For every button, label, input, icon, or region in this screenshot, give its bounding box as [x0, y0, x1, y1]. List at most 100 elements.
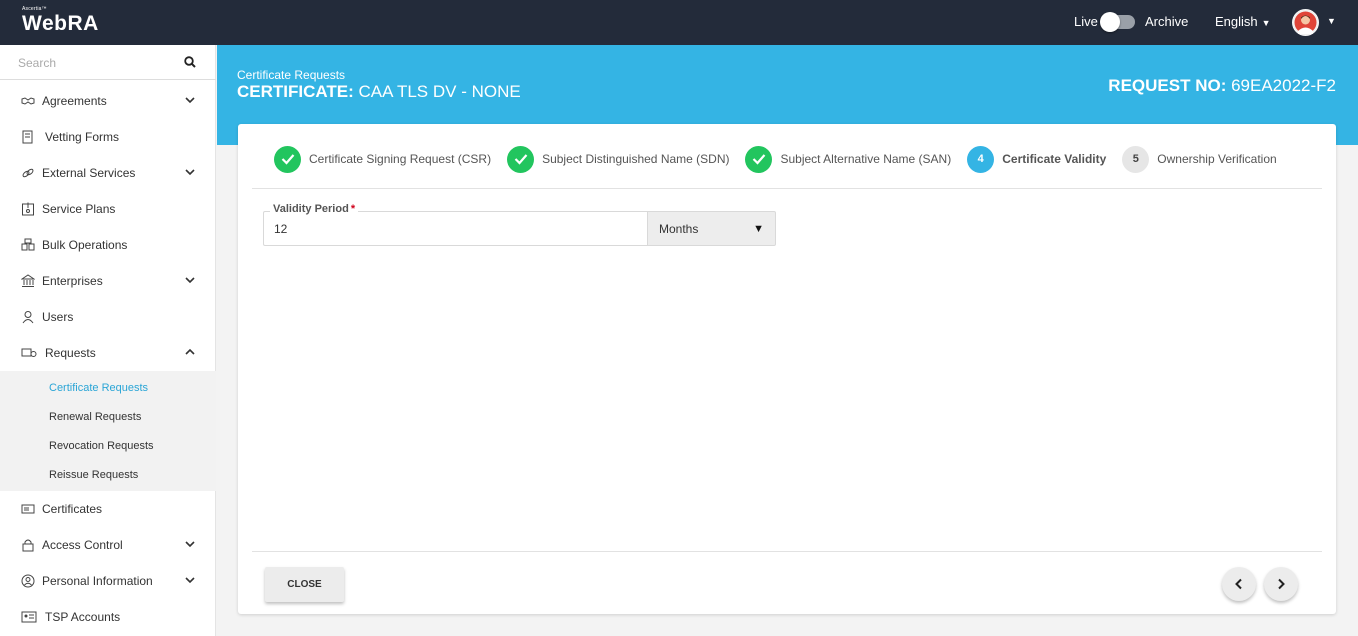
sidebar: Agreements Vetting Forms External Servic…	[0, 45, 216, 636]
caret-down-icon: ▼	[1261, 18, 1271, 28]
search-input[interactable]	[18, 53, 178, 73]
chevron-down-icon[interactable]	[185, 276, 195, 284]
live-label: Live	[1074, 14, 1098, 29]
toggle-knob	[1100, 12, 1120, 32]
next-button[interactable]	[1264, 567, 1298, 601]
person-circle-icon	[21, 574, 35, 588]
divider	[252, 551, 1322, 552]
caret-down-icon: ▼	[753, 223, 764, 235]
handshake-icon	[21, 97, 35, 105]
bulk-icon	[21, 238, 35, 251]
user-icon	[22, 311, 34, 324]
chevron-down-icon[interactable]	[185, 576, 195, 584]
top-bar: Ascertia™ WebRA Live Archive English ▼ ▼	[0, 0, 1358, 45]
check-icon	[745, 145, 773, 173]
step-san[interactable]: Subject Alternative Name (SAN)	[745, 145, 951, 173]
divider	[252, 188, 1322, 189]
bank-icon	[21, 274, 35, 287]
sidebar-subitem-revocation-requests[interactable]: Revocation Requests	[0, 431, 216, 460]
validity-period-label: Validity Period *	[270, 203, 359, 215]
sidebar-item-label: Vetting Forms	[45, 130, 120, 144]
webra-logo[interactable]: Ascertia™ WebRA	[22, 6, 99, 36]
chevron-right-icon	[1278, 578, 1285, 590]
step-sdn[interactable]: Subject Distinguished Name (SDN)	[507, 145, 730, 173]
sidebar-item-label: Personal Information	[42, 574, 153, 588]
sidebar-item-users[interactable]: Users	[0, 299, 216, 335]
sidebar-item-vetting-forms[interactable]: Vetting Forms	[0, 119, 216, 155]
requests-submenu: Certificate Requests Renewal Requests Re…	[0, 371, 216, 491]
required-mark: *	[350, 203, 356, 215]
sidebar-item-label: TSP Accounts	[45, 610, 121, 624]
chevron-up-icon[interactable]	[185, 348, 195, 356]
avatar-caret-icon[interactable]: ▼	[1327, 16, 1336, 26]
validity-period-input[interactable]	[263, 211, 648, 246]
chevron-left-icon	[1235, 578, 1242, 590]
sidebar-item-label: Users	[42, 310, 74, 324]
sidebar-item-bulk-operations[interactable]: Bulk Operations	[0, 227, 216, 263]
step-number: 5	[1122, 145, 1150, 173]
link-icon	[22, 168, 34, 178]
sidebar-item-label: Access Control	[42, 538, 123, 552]
id-card-icon	[21, 611, 37, 623]
sidebar-subitem-reissue-requests[interactable]: Reissue Requests	[0, 460, 216, 489]
sidebar-item-certificates[interactable]: Certificates	[0, 491, 216, 527]
sidebar-nav: Agreements Vetting Forms External Servic…	[0, 83, 216, 635]
chevron-down-icon[interactable]	[185, 168, 195, 176]
validity-unit-value: Months	[659, 221, 699, 236]
sidebar-subitem-certificate-requests[interactable]: Certificate Requests	[0, 373, 216, 402]
sidebar-item-tsp-accounts[interactable]: TSP Accounts	[0, 599, 216, 635]
title-prefix: CERTIFICATE:	[237, 82, 354, 101]
check-icon	[274, 145, 301, 173]
live-archive-toggle[interactable]	[1100, 12, 1135, 32]
chevron-down-icon[interactable]	[185, 96, 195, 104]
language-label: English	[1215, 14, 1258, 29]
request-prefix: REQUEST NO:	[1108, 76, 1227, 95]
sidebar-item-label: Enterprises	[42, 274, 103, 288]
previous-button[interactable]	[1222, 567, 1256, 601]
validity-unit-select[interactable]: Months ▼	[647, 211, 776, 246]
close-button[interactable]: CLOSE	[265, 567, 344, 602]
step-ownership-verification[interactable]: 5 Ownership Verification	[1122, 145, 1277, 173]
requests-icon	[21, 348, 37, 357]
validity-period-label-text: Validity Period	[273, 203, 349, 215]
wizard-card: Certificate Signing Request (CSR) Subjec…	[238, 124, 1336, 614]
avatar[interactable]	[1292, 9, 1319, 36]
sidebar-item-agreements[interactable]: Agreements	[0, 83, 216, 119]
form-icon	[22, 130, 33, 144]
sidebar-item-service-plans[interactable]: Service Plans	[0, 191, 216, 227]
sidebar-search	[0, 45, 216, 80]
sidebar-subitem-renewal-requests[interactable]: Renewal Requests	[0, 402, 216, 431]
sidebar-item-label: External Services	[42, 166, 136, 180]
title-value: CAA TLS DV - NONE	[358, 82, 521, 101]
brand-name: WebRA	[22, 12, 99, 35]
breadcrumb[interactable]: Certificate Requests	[237, 68, 345, 82]
sidebar-item-access-control[interactable]: Access Control	[0, 527, 216, 563]
sidebar-item-label: Requests	[45, 346, 96, 360]
sidebar-item-label: Service Plans	[42, 202, 116, 216]
page-title: CERTIFICATE: CAA TLS DV - NONE	[237, 82, 521, 102]
certificate-icon	[21, 504, 35, 514]
validity-period-field: Validity Period* Months ▼	[263, 203, 776, 246]
step-certificate-validity[interactable]: 4 Certificate Validity	[967, 145, 1106, 173]
step-label: Subject Distinguished Name (SDN)	[542, 152, 730, 166]
archive-label: Archive	[1145, 14, 1189, 29]
lock-icon	[22, 539, 34, 552]
step-csr[interactable]: Certificate Signing Request (CSR)	[274, 145, 492, 173]
search-icon[interactable]	[184, 56, 196, 68]
step-label: Ownership Verification	[1157, 152, 1277, 166]
step-number: 4	[967, 145, 995, 173]
sidebar-item-label: Certificates	[42, 502, 103, 516]
stepper: Certificate Signing Request (CSR) Subjec…	[274, 144, 1293, 174]
language-dropdown[interactable]: English ▼	[1215, 14, 1271, 29]
request-number: REQUEST NO: 69EA2022-F2	[1108, 76, 1336, 96]
chevron-down-icon[interactable]	[185, 540, 195, 548]
sidebar-item-label: Agreements	[42, 94, 107, 108]
avatar-icon	[1292, 9, 1319, 36]
sidebar-item-external-services[interactable]: External Services	[0, 155, 216, 191]
sidebar-item-requests[interactable]: Requests	[0, 335, 216, 371]
plan-icon	[22, 202, 34, 216]
sidebar-item-personal-information[interactable]: Personal Information	[0, 563, 216, 599]
sidebar-item-enterprises[interactable]: Enterprises	[0, 263, 216, 299]
sidebar-item-label: Bulk Operations	[42, 238, 128, 252]
step-label: Certificate Signing Request (CSR)	[309, 152, 492, 166]
